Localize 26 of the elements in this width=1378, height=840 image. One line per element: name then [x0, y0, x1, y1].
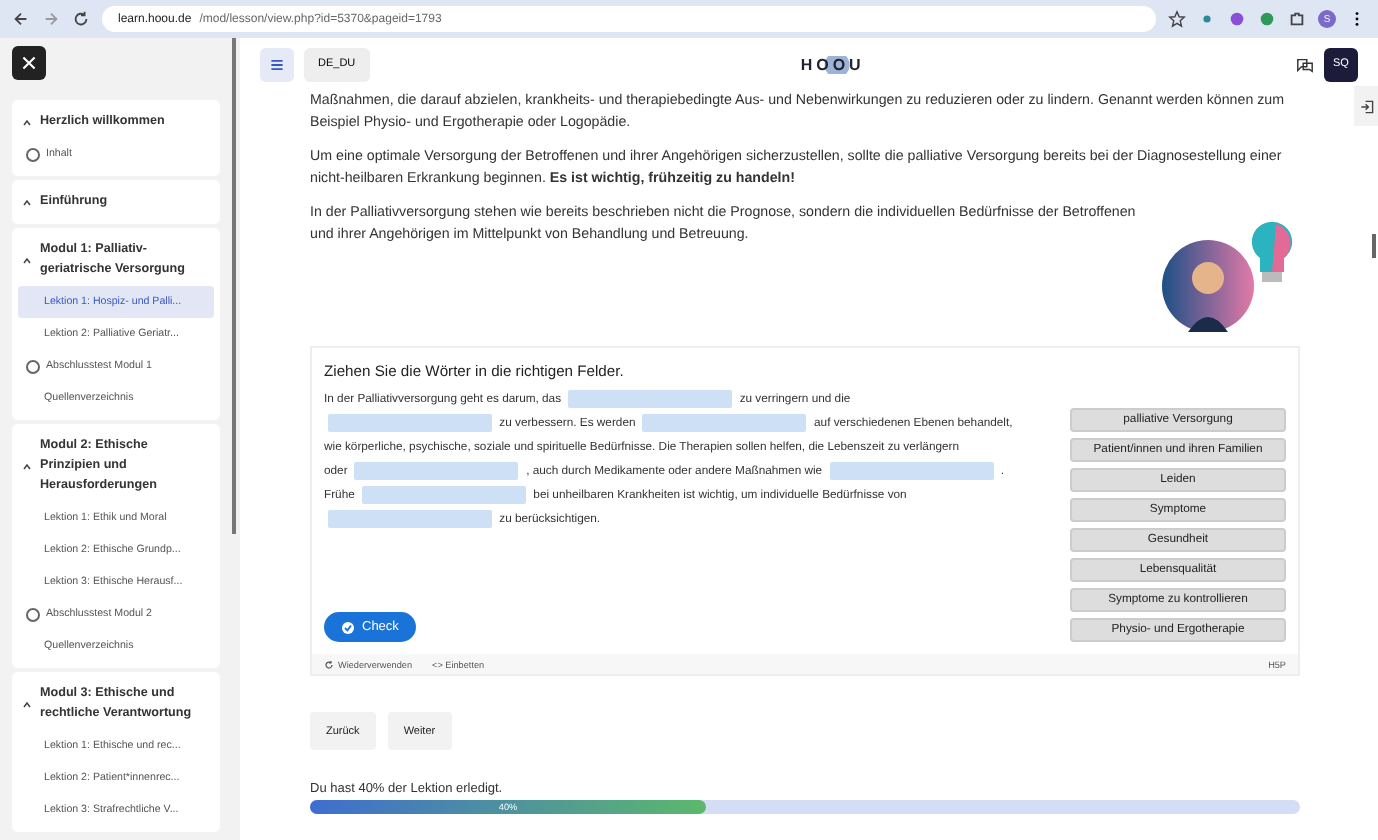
drop-field[interactable] — [829, 461, 994, 480]
circle-icon — [26, 607, 40, 621]
forward-icon[interactable] — [42, 10, 60, 28]
drop-field[interactable] — [328, 413, 492, 432]
check-icon — [342, 621, 354, 633]
reload-icon[interactable] — [72, 10, 90, 28]
menu-icon — [270, 57, 284, 71]
reload-icon — [324, 659, 334, 669]
chat-icon[interactable] — [1296, 55, 1314, 73]
back-icon[interactable] — [12, 10, 30, 28]
drop-field[interactable] — [568, 389, 733, 408]
close-button[interactable] — [12, 46, 46, 80]
logo[interactable]: HOOU — [800, 55, 865, 73]
circle-icon — [26, 147, 40, 161]
star-icon[interactable] — [1168, 10, 1186, 28]
circle-icon — [26, 359, 40, 373]
drop-field[interactable] — [642, 413, 807, 432]
scrollbar-thumb[interactable] — [232, 38, 236, 534]
close-icon — [22, 56, 36, 70]
drop-field[interactable] — [354, 461, 519, 480]
menu-button[interactable] — [260, 47, 294, 81]
panel-toggle-button[interactable] — [1354, 86, 1378, 126]
scrollbar-thumb[interactable] — [1372, 234, 1376, 258]
exit-icon — [1359, 99, 1373, 113]
drop-field[interactable] — [362, 485, 527, 504]
drop-field[interactable] — [328, 509, 492, 528]
